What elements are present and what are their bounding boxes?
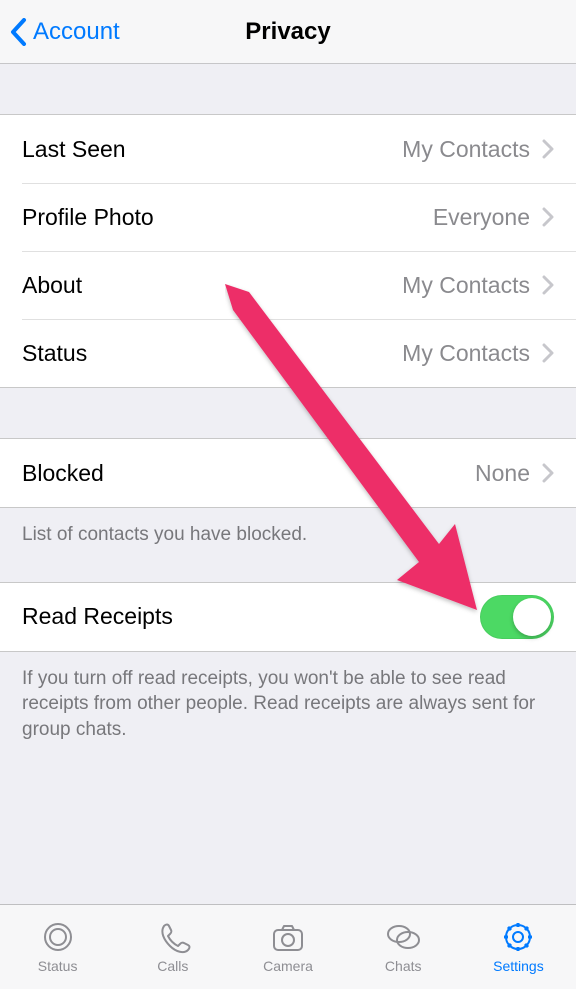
- blocked-footer: List of contacts you have blocked.: [0, 508, 576, 548]
- chevron-right-icon: [542, 139, 554, 159]
- tab-label: Status: [38, 958, 78, 974]
- row-about[interactable]: About My Contacts: [0, 251, 576, 319]
- gear-icon: [499, 920, 537, 954]
- camera-icon: [269, 920, 307, 954]
- read-receipts-group: Read Receipts: [0, 582, 576, 652]
- row-profile-photo[interactable]: Profile Photo Everyone: [0, 183, 576, 251]
- row-value: My Contacts: [402, 136, 530, 163]
- chevron-right-icon: [542, 275, 554, 295]
- chevron-right-icon: [542, 343, 554, 363]
- tab-label: Calls: [157, 958, 188, 974]
- blocked-group: Blocked None: [0, 438, 576, 508]
- tab-settings[interactable]: Settings: [461, 905, 576, 989]
- phone-icon: [154, 920, 192, 954]
- row-value: None: [475, 460, 530, 487]
- row-value: My Contacts: [402, 272, 530, 299]
- tab-calls[interactable]: Calls: [115, 905, 230, 989]
- tab-status[interactable]: Status: [0, 905, 115, 989]
- status-icon: [39, 920, 77, 954]
- row-label: Read Receipts: [22, 603, 480, 630]
- row-last-seen[interactable]: Last Seen My Contacts: [0, 115, 576, 183]
- row-label: Blocked: [22, 460, 475, 487]
- back-button[interactable]: Account: [10, 0, 120, 63]
- back-label: Account: [33, 18, 120, 46]
- nav-header: Account Privacy: [0, 0, 576, 64]
- row-label: Profile Photo: [22, 204, 433, 231]
- row-value: My Contacts: [402, 340, 530, 367]
- row-blocked[interactable]: Blocked None: [0, 439, 576, 507]
- chat-icon: [384, 920, 422, 954]
- privacy-visibility-group: Last Seen My Contacts Profile Photo Ever…: [0, 114, 576, 388]
- tab-chats[interactable]: Chats: [346, 905, 461, 989]
- tab-label: Chats: [385, 958, 422, 974]
- row-label: Status: [22, 340, 402, 367]
- tab-bar: Status Calls Camera Chats: [0, 904, 576, 989]
- read-receipts-toggle[interactable]: [480, 595, 554, 639]
- row-status[interactable]: Status My Contacts: [0, 319, 576, 387]
- tab-label: Settings: [493, 958, 544, 974]
- row-label: About: [22, 272, 402, 299]
- chevron-right-icon: [542, 463, 554, 483]
- back-chevron-icon: [10, 18, 27, 46]
- tab-label: Camera: [263, 958, 313, 974]
- page-title: Privacy: [245, 18, 330, 46]
- row-label: Last Seen: [22, 136, 402, 163]
- chevron-right-icon: [542, 207, 554, 227]
- toggle-knob: [513, 598, 551, 636]
- row-value: Everyone: [433, 204, 530, 231]
- tab-camera[interactable]: Camera: [230, 905, 345, 989]
- read-receipts-footer: If you turn off read receipts, you won't…: [0, 652, 576, 743]
- row-read-receipts: Read Receipts: [0, 583, 576, 651]
